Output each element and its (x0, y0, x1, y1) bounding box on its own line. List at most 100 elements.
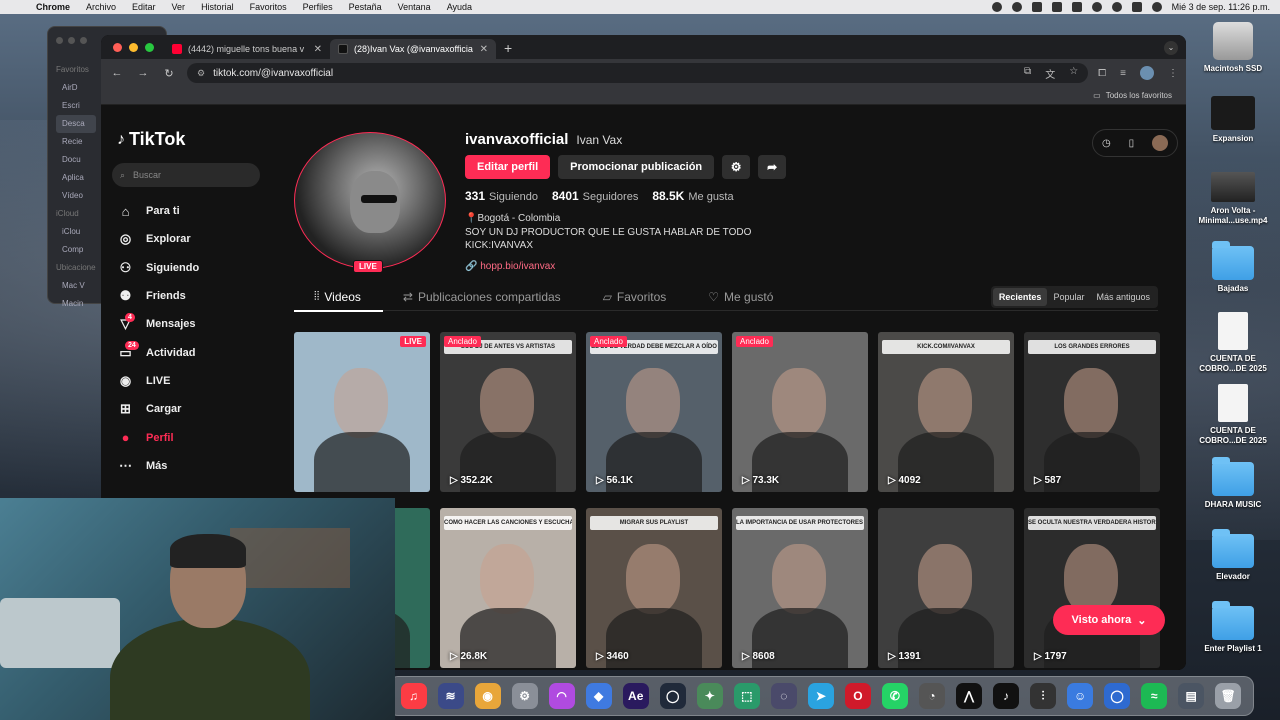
video-card[interactable]: LIVE (294, 332, 430, 492)
finder-item[interactable]: AirD (56, 79, 96, 97)
forward-arrow-icon[interactable]: → (135, 67, 151, 79)
sidebar-item-perfil[interactable]: ● Perfil (117, 423, 199, 451)
menu-ayuda[interactable]: Ayuda (439, 2, 480, 12)
followers-stat[interactable]: 8401 Seguidores (552, 189, 638, 203)
desktop-icon-expansion[interactable]: Expansion (1188, 96, 1278, 144)
menu-ver[interactable]: Ver (164, 2, 194, 12)
tab-favorites[interactable]: ▱ Favoritos (583, 283, 689, 311)
obs-status-icon[interactable] (991, 2, 1002, 12)
audio-status-icon[interactable] (1011, 2, 1022, 12)
bookmark-star-icon[interactable]: ☆ (1069, 66, 1078, 81)
visto-ahora-button[interactable]: Visto ahora ⌄ (1053, 605, 1165, 635)
desktop-icon-macintosh-ssd[interactable]: Macintosh SSD (1188, 22, 1278, 74)
finder-item[interactable]: Recie (56, 133, 96, 151)
profile-avatar[interactable] (294, 132, 446, 269)
desktop-icon-cuenta-1[interactable]: CUENTA DE COBRO...DE 2025 (1188, 312, 1278, 374)
wifi-icon[interactable] (1091, 2, 1102, 12)
tab-liked[interactable]: ♡ Me gustó (688, 283, 795, 311)
chrome-profile-avatar[interactable] (1140, 66, 1154, 80)
reload-icon[interactable]: ↻ (161, 67, 177, 80)
menu-editar[interactable]: Editar (124, 2, 164, 12)
sidebar-item-siguiendo[interactable]: ⚇ Siguiendo (117, 254, 200, 282)
tab-youtube[interactable]: (4442) miguelle tons buena v ✕ (164, 39, 330, 59)
sidebar-item-cargar[interactable]: ⊞ Cargar (117, 395, 199, 423)
video-card[interactable]: SE OCULTA NUESTRA VERDADERA HISTORIA ▷ 17… (1024, 508, 1160, 668)
sort-popular-button[interactable]: Popular (1047, 288, 1090, 306)
tab-reposts[interactable]: ⇄ Publicaciones compartidas (383, 283, 583, 311)
extensions-puzzle-icon[interactable]: ⧠ (1098, 68, 1106, 79)
obs-app-icon[interactable]: ◯ (659, 683, 686, 709)
finder-item[interactable]: Comp (56, 241, 96, 259)
address-url[interactable]: tiktok.com/@ivanvaxofficial (213, 68, 333, 79)
control-center-icon[interactable] (1131, 2, 1142, 12)
profile-link[interactable]: 🔗 hopp.bio/ivanvax (465, 261, 555, 272)
sort-oldest-button[interactable]: Más antiguos (1090, 288, 1156, 306)
live-badge[interactable]: LIVE (353, 260, 383, 273)
search-input[interactable]: ⌕ Buscar (112, 163, 260, 187)
address-bar[interactable]: ⚙ tiktok.com/@ivanvaxofficial ⧉ 文 ☆ (187, 63, 1089, 83)
grid-status-icon[interactable] (1031, 2, 1042, 12)
siri-icon[interactable] (1151, 2, 1162, 12)
site-info-icon[interactable]: ⚙ (197, 68, 205, 79)
finder-item[interactable]: Macin (56, 295, 96, 313)
finder-item[interactable]: iClou (56, 223, 96, 241)
following-stat[interactable]: 331 Siguiendo (465, 189, 538, 203)
aftereffects-app-icon[interactable]: Ae (622, 683, 649, 709)
battery-icon[interactable] (1071, 2, 1082, 12)
menu-historial[interactable]: Historial (193, 2, 242, 12)
new-tab-button[interactable]: + (496, 40, 520, 59)
chrome-app-icon[interactable]: ◉ (474, 683, 501, 709)
profile-link-text[interactable]: hopp.bio/ivanvax (480, 261, 555, 272)
tiktok-app-icon[interactable]: ♪ (993, 683, 1020, 709)
sidebar-item-mas[interactable]: ⋯ Más (117, 452, 199, 480)
desktop-icon-bajadas[interactable]: Bajadas (1188, 241, 1278, 294)
video-card[interactable]: ▷ 1391 (878, 508, 1014, 668)
sidebar-item-mensajes[interactable]: ▽ 4 Mensajes (117, 310, 199, 338)
settings-gear-icon[interactable]: ⚙ (722, 155, 751, 179)
menu-perfiles[interactable]: Perfiles (295, 2, 341, 12)
zoom-window-button[interactable] (145, 43, 154, 52)
video-card[interactable]: LA IMPORTANCIA DE USAR PROTECTORES AUDIT… (732, 508, 868, 668)
music-app-icon[interactable]: ♫ (400, 683, 427, 709)
finder-item[interactable]: Docu (56, 151, 96, 169)
search-spotlight-icon[interactable] (1111, 2, 1122, 12)
desktop-icon-video-file[interactable]: Aron Volta - Minimal...use.mp4 (1188, 172, 1278, 226)
video-card[interactable]: Anclado ▷ 73.3K (732, 332, 868, 492)
chrome-menu-icon[interactable]: ⋮ (1168, 68, 1178, 79)
menu-pestana[interactable]: Pestaña (341, 2, 390, 12)
vpn-app-icon[interactable]: ◌ (770, 683, 797, 709)
mixer-app-icon[interactable]: ⫶ (1030, 683, 1057, 709)
promote-post-button[interactable]: Promocionar publicación (558, 155, 715, 179)
sidebar-item-explorar[interactable]: ◎ Explorar (117, 225, 199, 253)
whatsapp-app-icon[interactable]: ✆ (881, 683, 908, 709)
back-arrow-icon[interactable]: ← (109, 67, 125, 79)
tab-tiktok[interactable]: (28)Ivan Vax (@ivanvaxofficia ✕ (330, 39, 496, 59)
translate-icon[interactable]: 文 (1045, 66, 1055, 81)
tiktok-logo[interactable]: ♪ TikTok (117, 129, 185, 150)
capcut-app-icon[interactable]: ⋀ (955, 683, 982, 709)
desktop-icon-elevador[interactable]: Elevador (1188, 529, 1278, 582)
edit-profile-button[interactable]: Editar perfil (465, 155, 551, 179)
header-profile-avatar[interactable] (1152, 135, 1169, 151)
tab-videos[interactable]: ⦙⦙ Videos (294, 283, 383, 312)
minimize-window-button[interactable] (129, 43, 138, 52)
device-icon[interactable]: ▯ (1129, 138, 1135, 149)
finder-item[interactable]: Mac V (56, 277, 96, 295)
share-icon[interactable]: ➦ (758, 155, 787, 179)
menu-archivo[interactable]: Archivo (78, 2, 124, 12)
video-card[interactable]: EL DJ DE VERDAD DEBE MEZCLAR A OÍDO Ancla… (586, 332, 722, 492)
sidebar-item-actividad[interactable]: ▭ 24 Actividad (117, 338, 199, 366)
finder-item[interactable]: Desca (56, 115, 96, 133)
close-window-button[interactable] (113, 43, 122, 52)
sidebar-item-para-ti[interactable]: ⌂ Para ti (117, 197, 199, 225)
close-tab-icon[interactable]: ✕ (480, 44, 488, 55)
utility-app-icon[interactable]: ◆ (585, 683, 612, 709)
winrar-app-icon[interactable]: ✦ (696, 683, 723, 709)
telegram-app-icon[interactable]: ➤ (807, 683, 834, 709)
finder-item[interactable]: Aplica (56, 169, 96, 187)
menubar-clock[interactable]: Mié 3 de sep. 11:26 p.m. (1172, 2, 1270, 12)
video-card[interactable]: COMO HACER LAS CANCIONES Y ESCUCHARLAS ▷ … (440, 508, 576, 668)
video-card[interactable]: LOS DJ DE ANTES VS ARTISTAS Anclado ▷ 352.… (440, 332, 576, 492)
display-status-icon[interactable] (1051, 2, 1062, 12)
tab-search-chevron-icon[interactable]: ⌄ (1164, 41, 1178, 55)
